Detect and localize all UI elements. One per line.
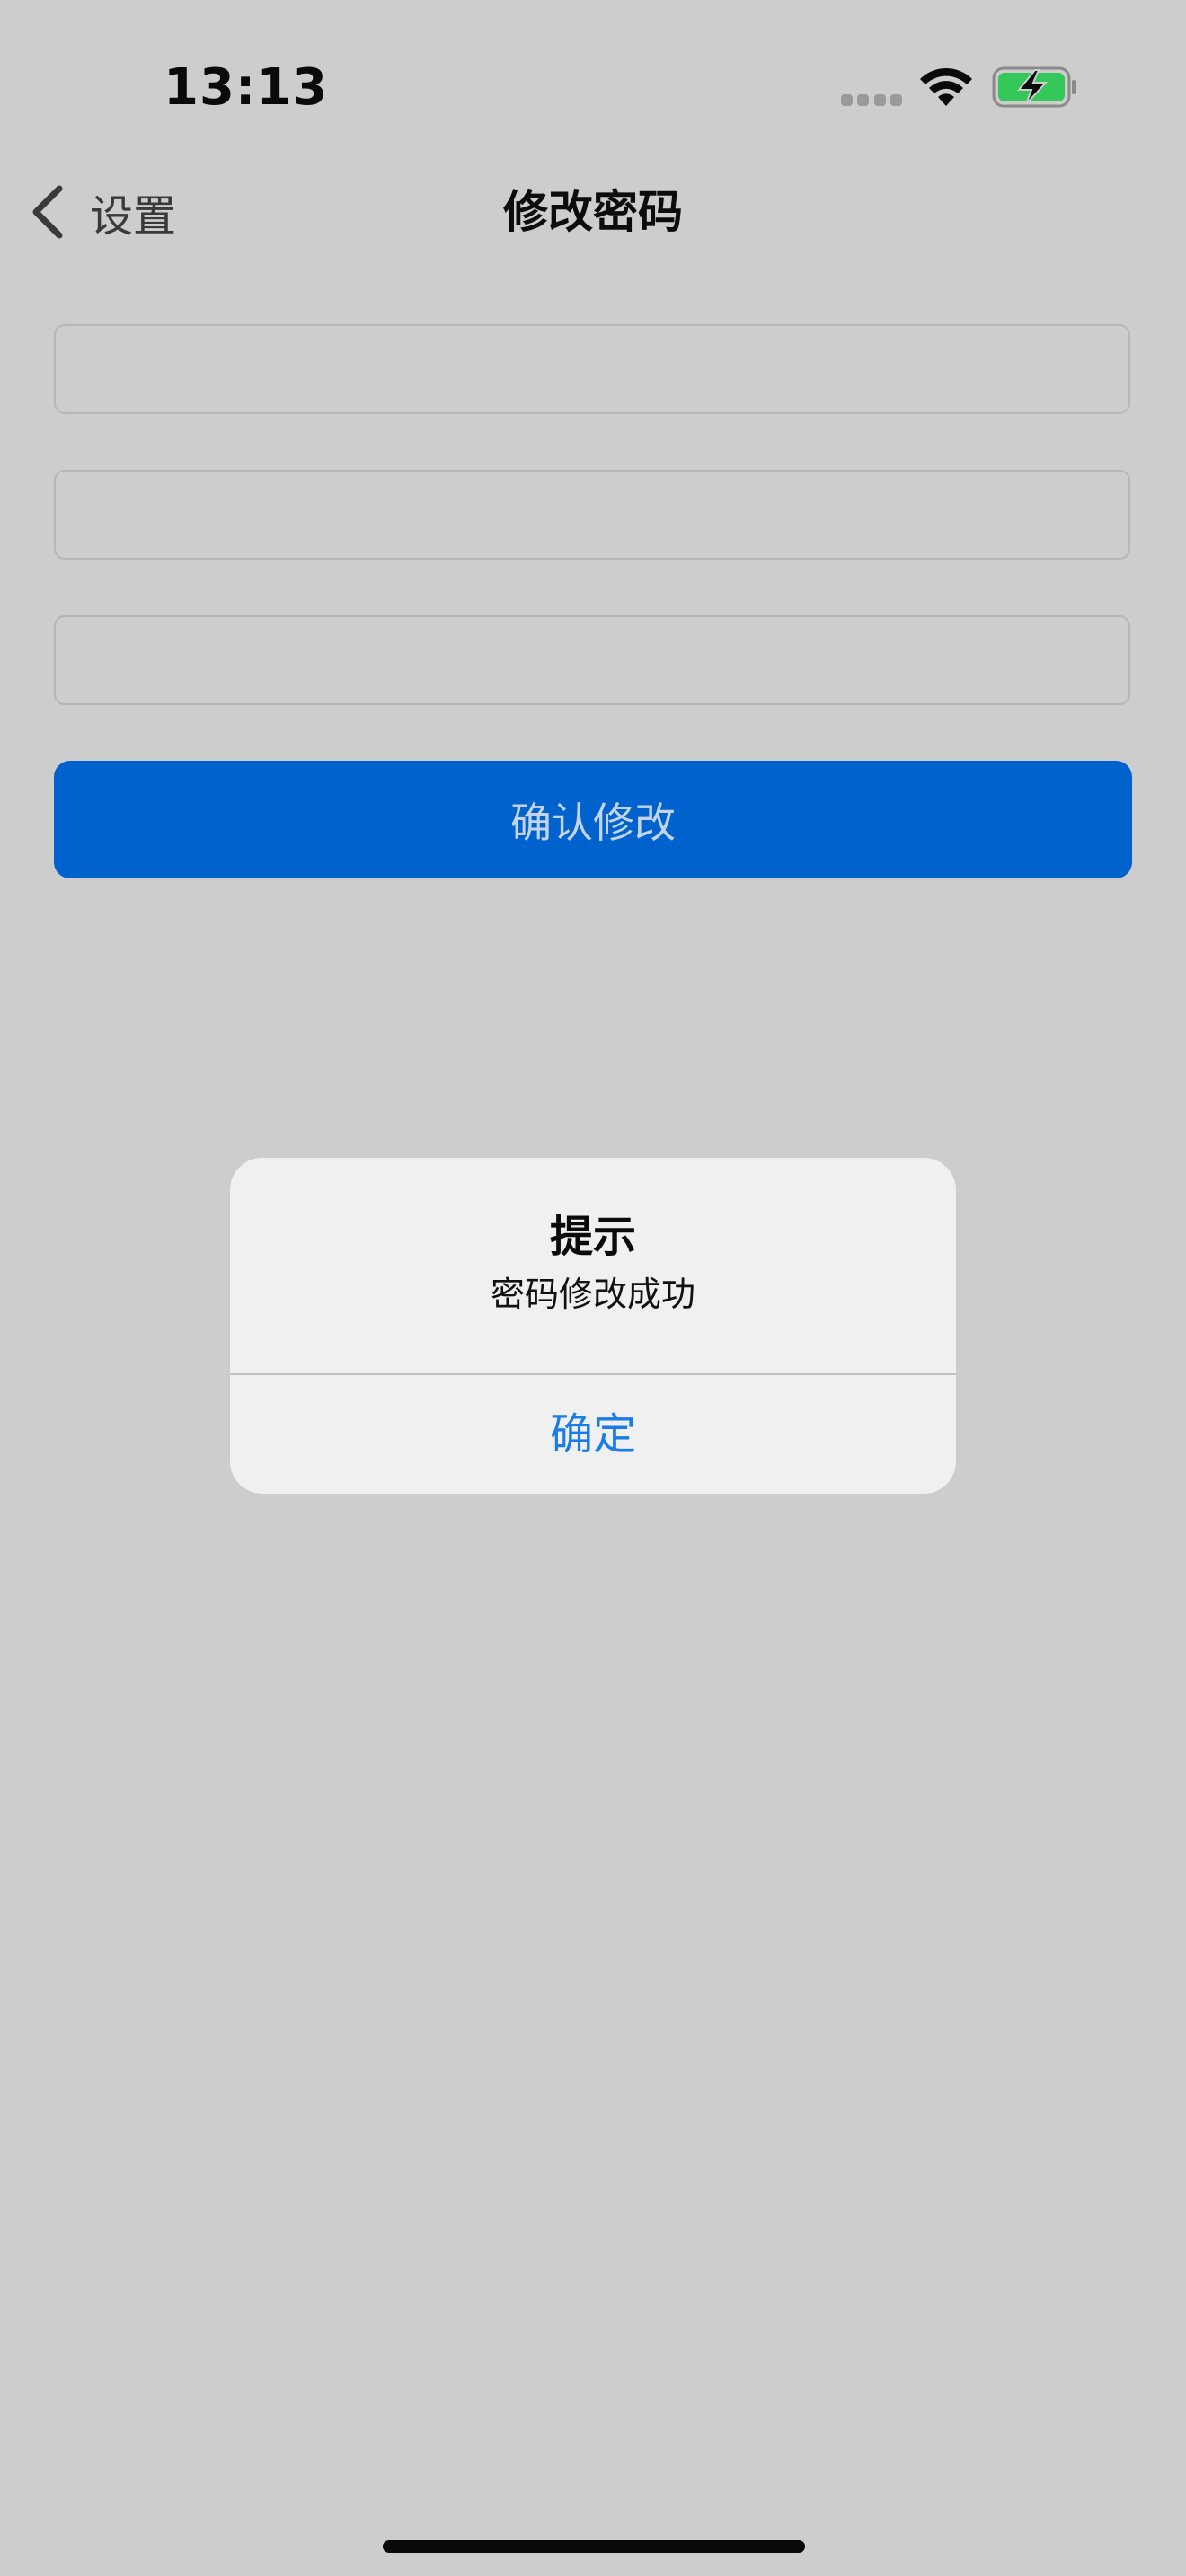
cellular-signal-icon [841, 93, 902, 106]
confirm-password-field[interactable] [54, 615, 1130, 705]
alert-title: 提示 [549, 1212, 636, 1262]
new-password-field[interactable] [54, 470, 1130, 560]
battery-charging-icon [992, 66, 1076, 108]
back-button-label: 设置 [90, 191, 177, 242]
confirm-change-button[interactable]: 确认修改 [54, 761, 1132, 878]
alert-dialog: 提示 密码修改成功 确定 [230, 1158, 956, 1494]
back-button[interactable]: 设置 [27, 176, 176, 248]
chevron-left-icon [32, 185, 63, 239]
alert-message: 密码修改成功 [490, 1275, 695, 1314]
wifi-icon [920, 67, 972, 106]
status-time: 13:13 [164, 58, 329, 117]
home-indicator[interactable] [383, 2540, 805, 2553]
old-password-field[interactable] [54, 324, 1130, 414]
page-title: 修改密码 [503, 186, 683, 238]
alert-ok-button[interactable]: 确定 [230, 1375, 956, 1494]
